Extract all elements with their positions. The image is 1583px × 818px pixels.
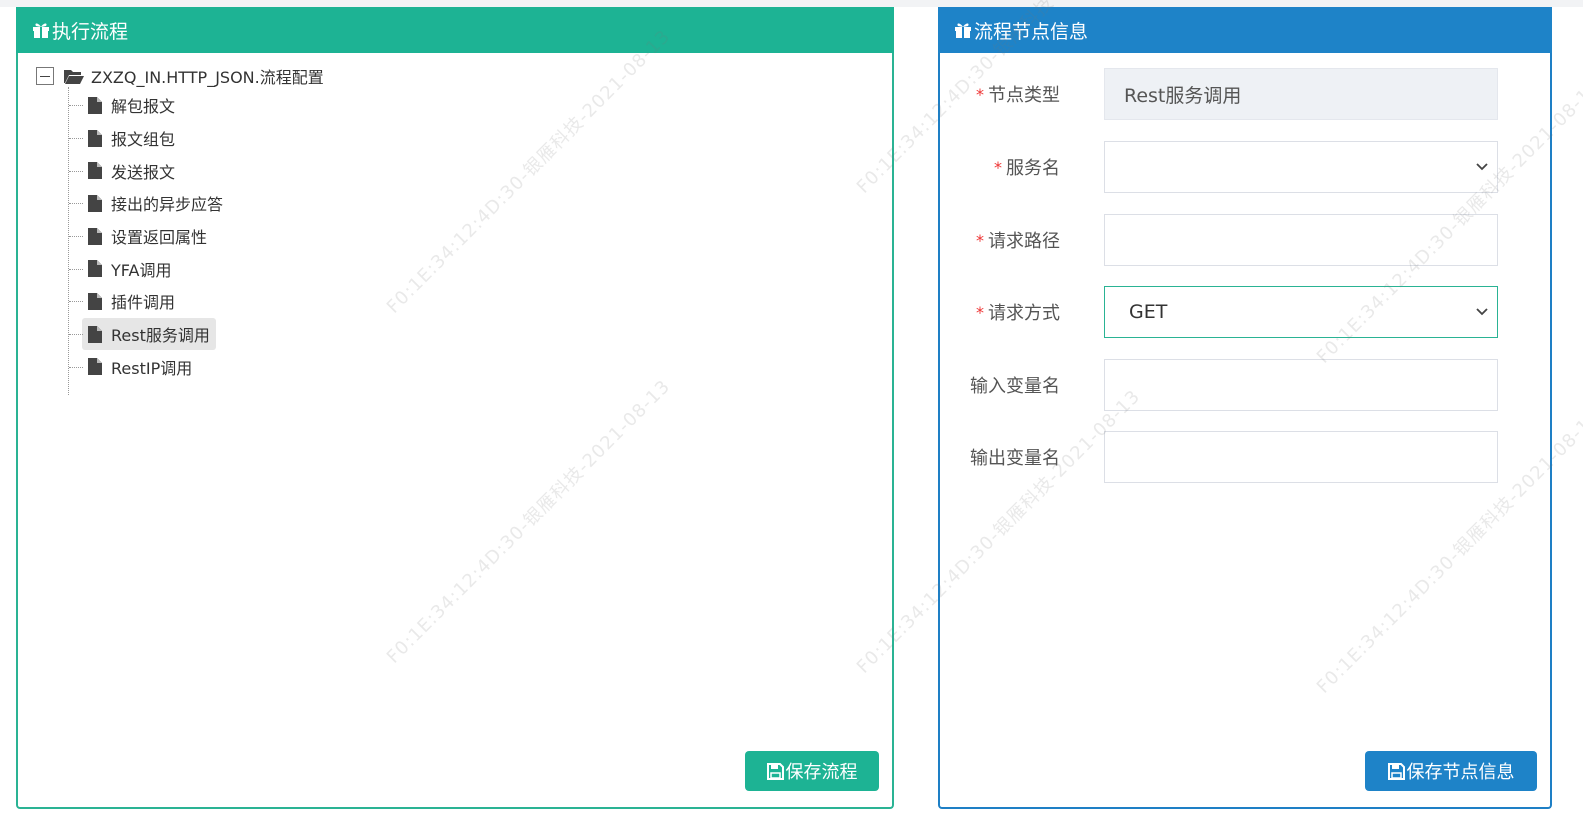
tree-item-label: RestIP调用	[111, 358, 193, 378]
request-path-input[interactable]	[1104, 214, 1498, 266]
request-path-label: * 请求路径	[976, 230, 1060, 253]
request-method-row: * 请求方式 GET	[940, 286, 1552, 338]
tree-item-label: 报文组包	[111, 130, 176, 150]
input-var-row: 输入变量名	[940, 359, 1552, 411]
tree-item-label: YFA调用	[111, 260, 172, 280]
tree-root[interactable]: ZXZQ_IN.HTTP_JSON.流程配置	[36, 65, 324, 87]
node-type-label: * 节点类型	[976, 84, 1060, 107]
collapse-toggle-icon[interactable]	[36, 67, 54, 85]
output-var-label: 输出变量名	[970, 448, 1060, 469]
node-info-header: 流程节点信息	[938, 7, 1552, 53]
tree-item-plugin[interactable]: 插件调用	[68, 285, 324, 318]
floppy-disk-icon	[766, 762, 784, 780]
required-mark: *	[976, 230, 984, 250]
service-name-label: * 服务名	[994, 157, 1060, 180]
output-var-row: 输出变量名	[940, 431, 1552, 483]
request-method-label: * 请求方式	[976, 302, 1060, 325]
chevron-down-icon	[1476, 308, 1488, 316]
tree-item-label: 发送报文	[111, 162, 176, 182]
chevron-down-icon	[1476, 163, 1488, 171]
request-method-select[interactable]: GET	[1104, 286, 1498, 338]
save-flow-button[interactable]: 保存流程	[745, 751, 879, 791]
required-mark: *	[994, 157, 1002, 177]
tree-item-rest-service[interactable]: Rest服务调用	[68, 318, 324, 351]
tree-item-yfa[interactable]: YFA调用	[68, 252, 324, 285]
execution-flow-panel: 执行流程 ZXZQ_IN.HTTP_JSON.流程配置 解包报文 报文组包 发送…	[16, 7, 894, 809]
file-icon	[88, 292, 102, 310]
tree-item-label: 接出的异步应答	[111, 195, 224, 215]
node-info-panel: 流程节点信息 * 节点类型 Rest服务调用 * 服务名 * 请求路径 * 请求方式 G…	[938, 7, 1552, 809]
service-name-select[interactable]	[1104, 141, 1498, 193]
service-name-row: * 服务名	[940, 141, 1552, 193]
file-icon	[88, 358, 102, 376]
output-var-input[interactable]	[1104, 431, 1498, 483]
tree-item-restip[interactable]: RestIP调用	[68, 351, 324, 384]
tree-item-async-reply[interactable]: 接出的异步应答	[68, 187, 324, 220]
input-var-input[interactable]	[1104, 359, 1498, 411]
file-icon	[88, 194, 102, 212]
save-flow-label: 保存流程	[785, 762, 858, 783]
tree-item-pack[interactable]: 报文组包	[68, 122, 324, 155]
gift-icon	[33, 23, 49, 38]
tree-item-unpack[interactable]: 解包报文	[68, 89, 324, 122]
gift-icon	[955, 23, 971, 38]
save-node-info-button[interactable]: 保存节点信息	[1365, 751, 1537, 791]
file-icon	[88, 260, 102, 278]
required-mark: *	[976, 302, 984, 322]
file-icon	[88, 162, 102, 180]
node-type-row: * 节点类型 Rest服务调用	[940, 68, 1552, 120]
tree-children: 解包报文 报文组包 发送报文 接出的异步应答 设置返回属性 YFA调用 插件调用…	[68, 86, 324, 396]
file-icon	[88, 227, 102, 245]
tree-item-set-return[interactable]: 设置返回属性	[68, 220, 324, 253]
save-node-info-label: 保存节点信息	[1406, 762, 1515, 783]
panel-title: 流程节点信息	[974, 20, 1089, 43]
panel-title: 执行流程	[52, 20, 129, 43]
tree-item-label: 设置返回属性	[111, 228, 208, 248]
input-var-label: 输入变量名	[970, 376, 1060, 397]
request-method-value: GET	[1129, 301, 1168, 323]
file-icon	[88, 96, 102, 114]
tree-item-label: Rest服务调用	[111, 326, 210, 346]
floppy-disk-icon	[1387, 762, 1405, 780]
tree-item-send[interactable]: 发送报文	[68, 154, 324, 187]
folder-open-icon	[64, 70, 84, 84]
file-icon	[88, 129, 102, 147]
required-mark: *	[976, 84, 984, 104]
tree-root-label: ZXZQ_IN.HTTP_JSON.流程配置	[91, 68, 324, 87]
file-icon	[88, 325, 102, 343]
request-path-row: * 请求路径	[940, 214, 1552, 266]
execution-flow-header: 执行流程	[16, 7, 894, 53]
flow-tree: ZXZQ_IN.HTTP_JSON.流程配置 解包报文 报文组包 发送报文 接出…	[36, 65, 324, 396]
node-type-field: Rest服务调用	[1104, 68, 1498, 120]
tree-item-label: 插件调用	[111, 293, 176, 313]
top-strip	[0, 0, 1583, 7]
tree-item-label: 解包报文	[111, 97, 176, 117]
